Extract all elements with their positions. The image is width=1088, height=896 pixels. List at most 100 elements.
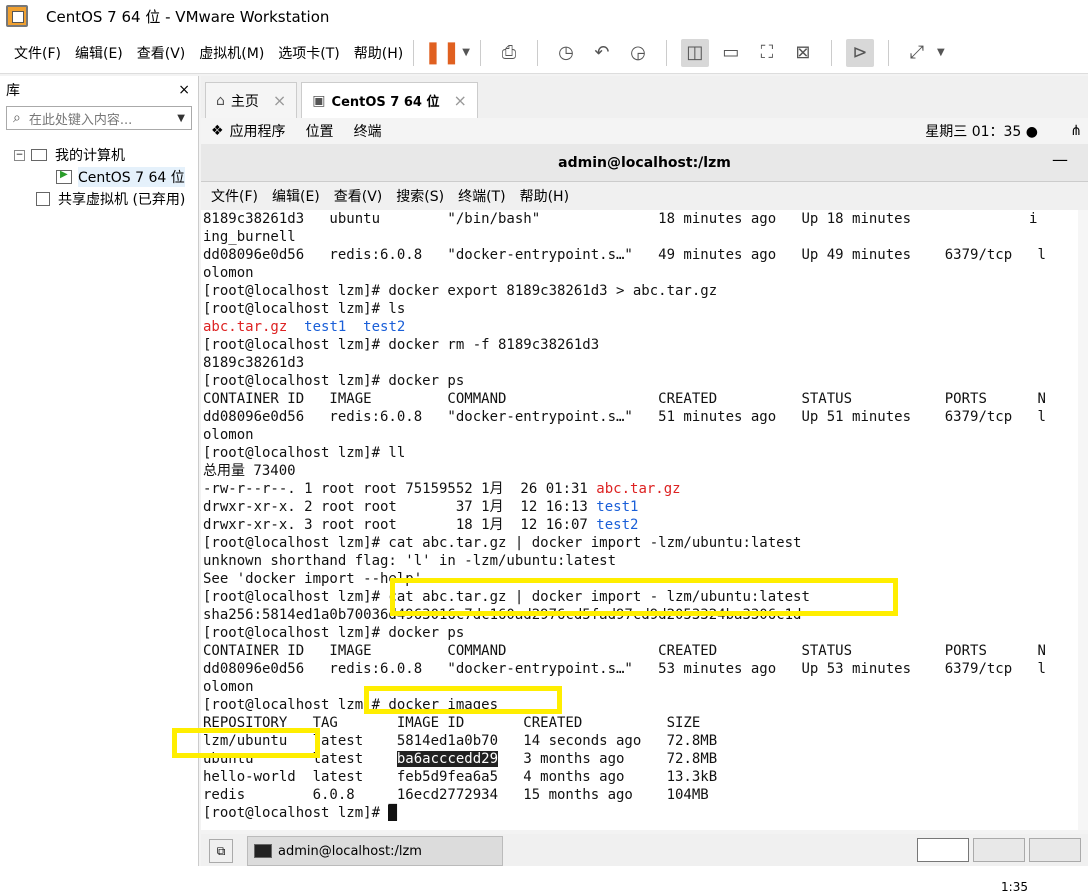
menu-terminal[interactable]: 终端 [354,121,382,141]
workspace-3[interactable] [1029,838,1081,862]
show-windows-icon[interactable]: ⧉ [209,839,233,863]
ll-output-line: drwxr-xr-x. 2 root root 37 1月 12 16:13 t… [203,498,638,516]
terminal-line: olomon [203,427,254,443]
ll-prefix: drwxr-xr-x. 3 root root 18 1月 12 16:07 [203,517,597,533]
send-ctrl-alt-del-icon[interactable]: ⎙ [495,39,523,67]
shared-vm-icon [36,192,50,206]
terminal-line: 8189c38261d3 ubuntu "/bin/bash" 18 minut… [203,211,1038,227]
vmware-logo-icon [6,5,28,27]
vm-icon: ▣ [312,92,326,109]
dir-name: test2 [596,517,639,533]
ll-prefix: drwxr-xr-x. 2 root root 37 1月 12 16:13 [203,499,597,515]
row-suffix: 3 months ago 72.8MB [498,751,718,767]
tab-home[interactable]: ⌂ 主页 × [205,82,298,118]
terminal-menu-view[interactable]: 查看(V) [334,186,383,206]
tree-item-shared-vms[interactable]: 共享虚拟机 (已弃用) [0,188,198,210]
workspace-2[interactable] [973,838,1025,862]
window-title: CentOS 7 64 位 - VMware Workstation [46,7,330,26]
terminal-menu-terminal[interactable]: 终端(T) [458,186,505,206]
library-search-input[interactable]: ⌕ 在此处键入内容... ▼ [6,106,192,130]
terminal-menu-edit[interactable]: 编辑(E) [272,186,320,206]
chevron-down-icon[interactable]: ▼ [937,47,945,58]
library-panel: 库 × ⌕ 在此处键入内容... ▼ − 我的计算机 CentOS 7 64 位… [0,76,199,866]
terminal-line: redis 6.0.8 16ecd2772934 15 months ago 1… [203,787,709,803]
terminal-scrollbar[interactable] [1078,210,1088,830]
tab-centos[interactable]: ▣ CentOS 7 64 位 × [301,82,478,118]
terminal-line: dd08096e0d56 redis:6.0.8 "docker-entrypo… [203,409,1046,425]
highlight-docker-images [364,686,562,714]
full-screen-icon[interactable]: ⛶ [753,39,781,67]
collapse-icon[interactable]: − [14,149,25,161]
terminal-menu-help[interactable]: 帮助(H) [520,186,569,206]
vm-status-bar: ⧉ admin@localhost:/lzm [201,834,1088,868]
chevron-down-icon[interactable]: ▼ [462,47,470,58]
thumbnail-bar-icon[interactable]: ▭ [717,39,745,67]
file-name: abc.tar.gz [596,481,681,497]
title-bar: CentOS 7 64 位 - VMware Workstation [0,0,1088,32]
menu-help[interactable]: 帮助(H) [354,43,403,63]
terminal-line: [root@localhost lzm]# docker ps [203,625,465,641]
snapshot-manager-icon[interactable]: ◶ [624,39,652,67]
stretch-icon[interactable]: ⤢ [903,39,931,67]
terminal-line: dd08096e0d56 redis:6.0.8 "docker-entrypo… [203,247,1046,263]
tree-item-centos[interactable]: CentOS 7 64 位 [0,166,198,188]
terminal-menu-file[interactable]: 文件(F) [211,186,258,206]
tree-item-label: 共享虚拟机 (已弃用) [58,192,186,208]
menu-vm[interactable]: 虚拟机(M) [199,43,264,63]
tree-item-label: CentOS 7 64 位 [78,167,185,187]
ll-prefix: -rw-r--r--. 1 root root 75159552 1月 26 0… [203,481,597,497]
chevron-down-icon[interactable]: ▼ [177,113,185,124]
terminal-icon [254,844,272,858]
menu-applications[interactable]: 应用程序 [230,121,286,141]
close-icon[interactable]: × [178,82,190,98]
selected-image-id: ba6acccedd29 [396,751,499,767]
network-icon[interactable]: ⋔ [1070,123,1082,139]
terminal-line: 8189c38261d3 [203,355,305,371]
taskbar-time: 1:35 [1001,880,1028,894]
snapshot-icon[interactable]: ◷ [552,39,580,67]
close-icon[interactable]: × [454,91,467,110]
library-tree: − 我的计算机 CentOS 7 64 位 共享虚拟机 (已弃用) [0,144,198,210]
tab-label: CentOS 7 64 位 [331,95,440,110]
menu-view[interactable]: 查看(V) [137,43,186,63]
cursor-icon: █ [388,805,397,821]
menu-tabs[interactable]: 选项卡(T) [278,43,339,63]
pause-icon[interactable]: ❚❚ [424,39,461,67]
vm-running-icon [56,169,72,184]
terminal-line: dd08096e0d56 redis:6.0.8 "docker-entrypo… [203,661,1046,677]
terminal-line: olomon [203,679,254,695]
console-view-icon[interactable]: ⊳ [845,38,874,67]
terminal-menu-search[interactable]: 搜索(S) [396,186,444,206]
terminal-line: [root@localhost lzm]# ls [203,301,406,317]
taskbar-terminal-item[interactable]: admin@localhost:/lzm [247,836,503,866]
menu-edit[interactable]: 编辑(E) [75,43,123,63]
tree-item-my-computer[interactable]: − 我的计算机 [0,144,198,166]
menu-file[interactable]: 文件(F) [14,43,61,63]
clock[interactable]: 星期三 01：35 ● [925,121,1038,141]
tab-label: 主页 [230,93,259,110]
menu-places[interactable]: 位置 [306,121,334,141]
menu-bar: 文件(F) 编辑(E) 查看(V) 虚拟机(M) 选项卡(T) 帮助(H) ❚❚… [0,32,1088,74]
close-icon[interactable]: × [273,91,286,110]
terminal-title: admin@localhost:/lzm [558,154,731,171]
prompt-line: [root@localhost lzm]# █ [203,804,397,822]
unity-icon[interactable]: ⊠ [789,39,817,67]
dir-name: test1 [596,499,639,515]
show-library-icon[interactable]: ◫ [680,38,709,67]
tab-bar: ⌂ 主页 × ▣ CentOS 7 64 位 × [201,76,1088,118]
computer-icon [31,149,47,161]
dir-name: test1 [304,319,347,335]
workspace-1[interactable] [917,838,969,862]
terminal-output[interactable]: 8189c38261d3 ubuntu "/bin/bash" 18 minut… [201,210,1088,830]
toolbar-divider [830,39,832,66]
minimize-icon[interactable]: — [1052,150,1068,169]
gnome-logo-icon: ❖ [211,123,224,139]
terminal-line: 总用量 73400 [203,463,296,479]
terminal-line: CONTAINER ID IMAGE COMMAND CREATED STATU… [203,643,1046,659]
toolbar-divider [887,39,889,66]
terminal-line: [root@localhost lzm]# cat abc.tar.gz | d… [203,535,802,551]
revert-snapshot-icon[interactable]: ↶ [588,39,616,67]
toolbar-divider [536,39,538,66]
ll-output-line: drwxr-xr-x. 3 root root 18 1月 12 16:07 t… [203,516,638,534]
gnome-top-bar: ❖ 应用程序 位置 终端 星期三 01：35 ● ⋔ [201,118,1088,144]
